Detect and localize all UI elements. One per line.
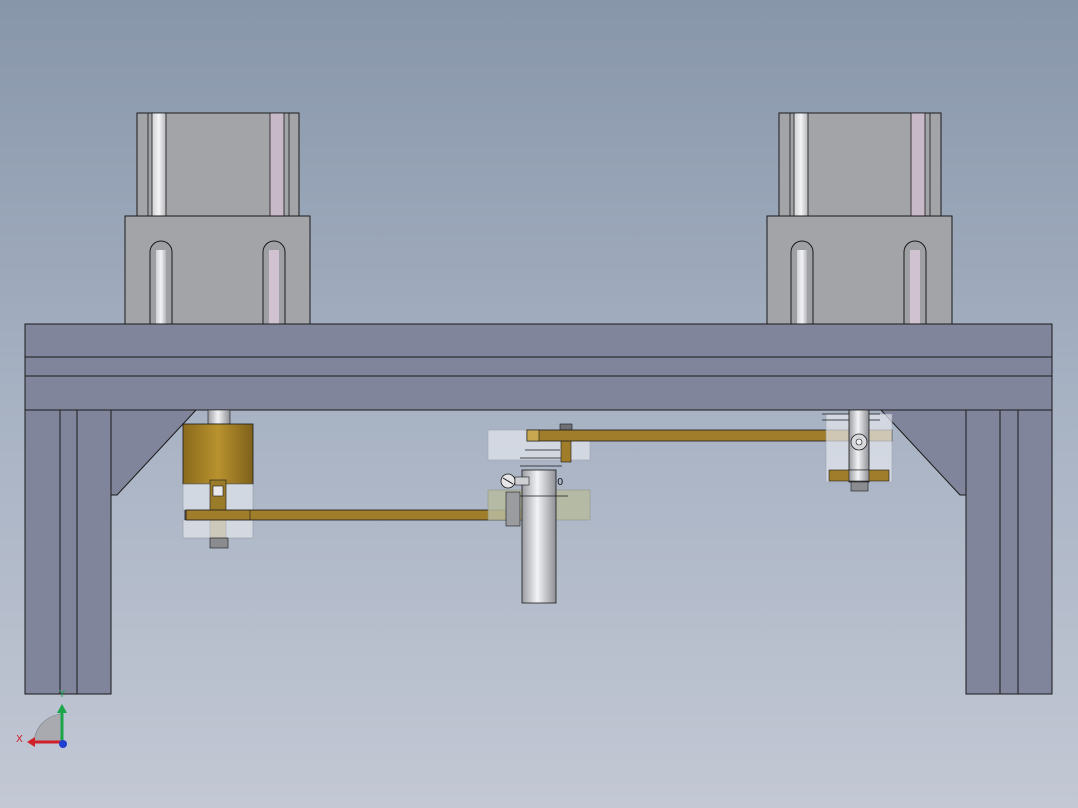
motor-left[interactable] bbox=[124, 112, 311, 325]
center-mark-label: 0 bbox=[557, 477, 563, 488]
cad-viewport[interactable]: 0 Y X bbox=[0, 0, 1078, 808]
top-plate[interactable] bbox=[24, 323, 1053, 411]
triad-x-label: X bbox=[16, 734, 23, 745]
triad-y-label: Y bbox=[59, 689, 66, 700]
frame-leg-right[interactable] bbox=[879, 409, 1053, 695]
x-axis-arrowhead bbox=[27, 737, 35, 747]
z-axis-dot bbox=[59, 740, 67, 748]
coupling-right[interactable] bbox=[822, 409, 893, 492]
motor-right[interactable] bbox=[766, 112, 953, 325]
coupling-left[interactable] bbox=[182, 409, 254, 549]
assembly-model-view[interactable]: 0 bbox=[0, 0, 1078, 808]
center-pivot-block[interactable]: 0 bbox=[487, 423, 591, 604]
frame-leg-left[interactable] bbox=[24, 409, 198, 695]
view-orientation-triad[interactable] bbox=[27, 704, 67, 748]
y-axis-arrowhead bbox=[57, 704, 67, 713]
